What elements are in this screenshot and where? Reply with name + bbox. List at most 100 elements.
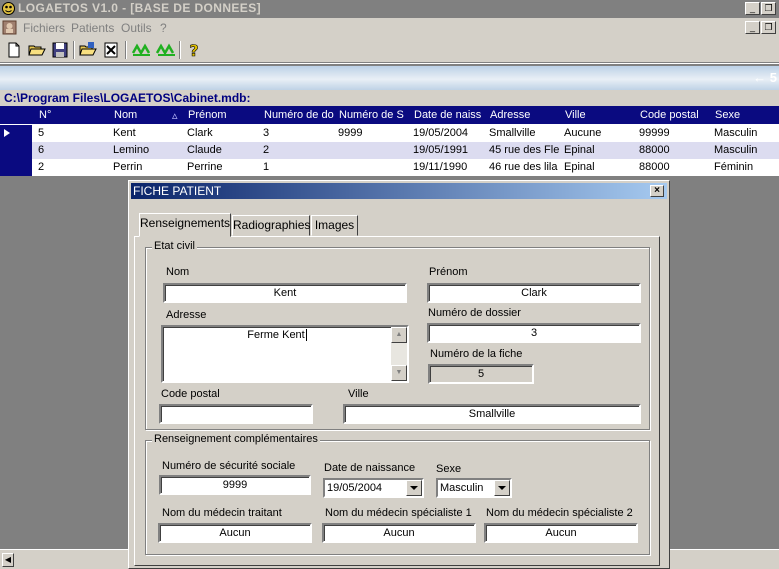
column-header[interactable]: Numéro de S	[339, 109, 404, 121]
restore-button[interactable]: ❐	[761, 2, 776, 15]
table-cell[interactable]: 2	[38, 161, 108, 173]
delete-icon[interactable]	[102, 41, 120, 59]
table-cell[interactable]: 88000	[639, 161, 709, 173]
help-icon[interactable]: ?	[185, 41, 203, 59]
table-cell[interactable]: 9999	[338, 127, 408, 139]
menu-bar: Fichiers Patients Outils ? _ ❐	[0, 18, 779, 37]
window-title: LOGAETOS V1.0 - [BASE DE DONNEES]	[18, 1, 262, 15]
column-header[interactable]: Adresse	[490, 109, 530, 121]
table-cell[interactable]: 88000	[639, 144, 709, 156]
chevron-down-icon[interactable]	[406, 480, 422, 496]
scroll-up-icon[interactable]: ▲	[391, 327, 407, 343]
mdi-minimize-button[interactable]: _	[745, 21, 760, 34]
code-postal-label: Code postal	[161, 388, 220, 400]
prenom-field[interactable]: Clark	[427, 283, 641, 303]
table-cell[interactable]: Kent	[113, 127, 183, 139]
secu-field[interactable]: 9999	[159, 475, 311, 495]
tab-renseignements[interactable]: Renseignements	[139, 213, 231, 237]
naissance-datepicker[interactable]: 19/05/2004	[323, 478, 424, 498]
ville-field[interactable]: Smallville	[343, 404, 641, 424]
row-selector[interactable]	[0, 159, 32, 176]
table-cell[interactable]: 5	[38, 127, 108, 139]
tab-radiographies[interactable]: Radiographies	[232, 215, 310, 236]
code-postal-field[interactable]	[159, 404, 313, 424]
column-header[interactable]: Sexe	[715, 109, 740, 121]
patients-grid[interactable]: N° Nom ▵ Prénom Numéro de do Numéro de S…	[0, 106, 779, 176]
nom-label: Nom	[166, 266, 190, 278]
table-cell[interactable]: 19/05/2004	[413, 127, 483, 139]
column-header[interactable]: Numéro de do	[264, 109, 334, 121]
column-header[interactable]: N°	[39, 109, 51, 121]
table-row[interactable]: 6 Lemino Claude 2 19/05/1991 45 rue des …	[0, 142, 779, 159]
nom-field[interactable]: Kent	[163, 283, 407, 303]
scroll-down-icon[interactable]: ▼	[391, 365, 407, 381]
table-cell[interactable]: Lemino	[113, 144, 183, 156]
adresse-scrollbar[interactable]: ▲ ▼	[391, 327, 407, 381]
row-selector[interactable]	[0, 142, 32, 159]
column-header[interactable]: Date de naiss	[414, 109, 481, 121]
previous-record-icon[interactable]	[131, 41, 153, 59]
next-record-icon[interactable]	[155, 41, 177, 59]
sexe-value: Masculin	[440, 482, 484, 494]
table-cell[interactable]: 6	[38, 144, 108, 156]
table-cell[interactable]: Epinal	[564, 161, 634, 173]
svg-text:?: ?	[189, 41, 198, 59]
fiche-patient-dialog: FICHE PATIENT × Renseignements Radiograp…	[128, 180, 670, 569]
table-cell[interactable]: 45 rue des Fle	[489, 144, 559, 156]
table-cell[interactable]: 99999	[639, 127, 709, 139]
numero-dossier-field[interactable]: 3	[427, 323, 641, 343]
secu-label: Numéro de sécurité sociale	[162, 460, 296, 472]
table-cell[interactable]: Clark	[187, 127, 257, 139]
close-button[interactable]: ×	[650, 185, 664, 197]
table-row[interactable]: 5 Kent Clark 3 9999 19/05/2004 Smallvill…	[0, 125, 779, 142]
open-patient-icon[interactable]	[79, 41, 97, 59]
menu-fichiers[interactable]: Fichiers	[23, 21, 65, 35]
specialiste2-field[interactable]: Aucun	[484, 523, 638, 543]
table-cell[interactable]: Féminin	[714, 161, 778, 173]
table-cell[interactable]: Perrin	[113, 161, 183, 173]
column-header[interactable]: Nom	[114, 109, 137, 121]
table-cell[interactable]: 19/11/1990	[413, 161, 483, 173]
column-header[interactable]: Code postal	[640, 109, 699, 121]
table-cell[interactable]: 3	[263, 127, 333, 139]
complementaires-legend: Renseignement complémentaires	[152, 433, 320, 445]
scroll-left-icon[interactable]: ◀	[2, 553, 14, 567]
tab-images[interactable]: Images	[311, 215, 358, 236]
chevron-down-icon[interactable]	[494, 480, 510, 496]
table-cell[interactable]: Claude	[187, 144, 257, 156]
ville-label: Ville	[348, 388, 369, 400]
open-folder-icon[interactable]	[28, 41, 46, 59]
table-cell[interactable]: Epinal	[564, 144, 634, 156]
save-icon[interactable]	[51, 41, 69, 59]
menu-help[interactable]: ?	[160, 21, 167, 35]
row-selector[interactable]	[0, 125, 32, 142]
table-cell[interactable]: Perrine	[187, 161, 257, 173]
new-file-icon[interactable]	[5, 41, 23, 59]
toolbar-separator	[179, 41, 181, 59]
medecin-traitant-field[interactable]: Aucun	[158, 523, 312, 543]
table-cell[interactable]: Smallville	[489, 127, 559, 139]
toolbar-separator	[73, 41, 75, 59]
menu-patients[interactable]: Patients	[71, 21, 114, 35]
minimize-button[interactable]: _	[745, 2, 760, 15]
table-cell[interactable]: 19/05/1991	[413, 144, 483, 156]
adresse-value: Ferme Kent	[247, 329, 305, 341]
mdi-restore-button[interactable]: ❐	[761, 21, 776, 34]
adresse-textarea[interactable]: Ferme Kent ▲ ▼	[161, 325, 409, 383]
table-cell[interactable]: Masculin	[714, 127, 778, 139]
column-header[interactable]: Ville	[565, 109, 586, 121]
etat-civil-group: Etat civil Nom Kent Prénom Clark Adresse…	[145, 240, 650, 430]
table-cell[interactable]: 2	[263, 144, 333, 156]
specialiste2-label: Nom du médecin spécialiste 2	[486, 507, 633, 519]
table-cell[interactable]: Aucune	[564, 127, 634, 139]
table-cell[interactable]: Masculin	[714, 144, 778, 156]
column-header[interactable]: Prénom	[188, 109, 227, 121]
nav-arrow-icon[interactable]: ← 5	[753, 70, 777, 85]
menu-outils[interactable]: Outils	[121, 21, 152, 35]
sexe-select[interactable]: Masculin	[436, 478, 512, 498]
table-cell[interactable]: 1	[263, 161, 333, 173]
specialiste1-field[interactable]: Aucun	[322, 523, 476, 543]
table-row[interactable]: 2 Perrin Perrine 1 19/11/1990 46 rue des…	[0, 159, 779, 176]
table-cell[interactable]: 46 rue des lila	[489, 161, 559, 173]
dialog-titlebar[interactable]: FICHE PATIENT ×	[131, 183, 667, 199]
